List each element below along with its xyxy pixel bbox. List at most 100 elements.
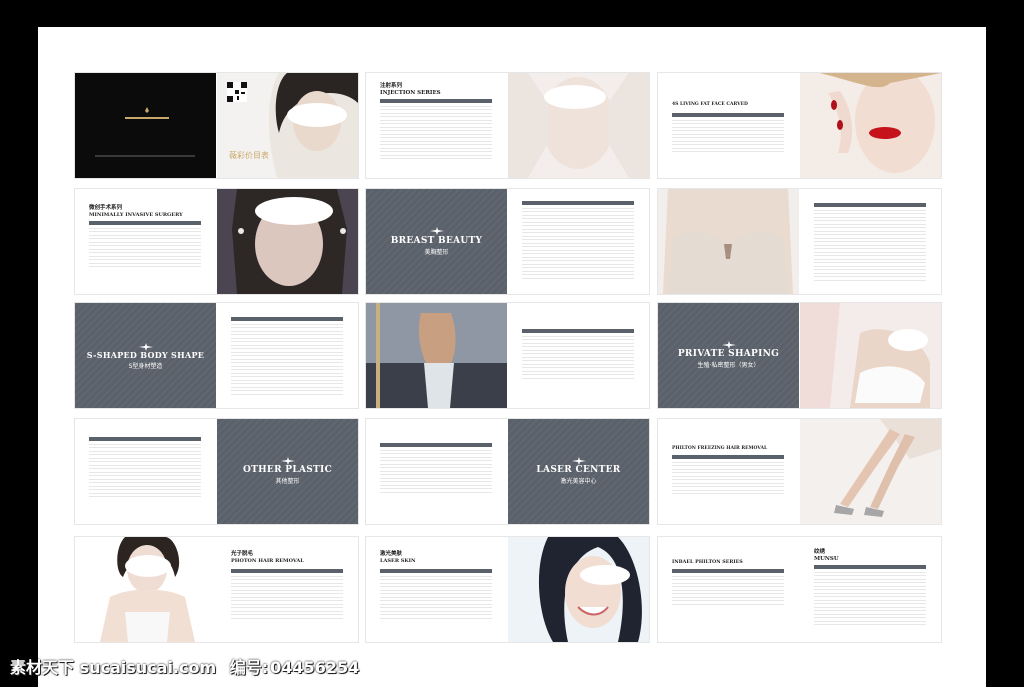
private-photo-page bbox=[800, 303, 941, 408]
watermark-site: 素材天下 sucaisucai.com bbox=[10, 658, 217, 677]
cover-rule bbox=[95, 155, 195, 157]
price-table bbox=[380, 569, 492, 619]
spread-fat-face: 4S LIVING FAT FACE CARVED bbox=[658, 73, 941, 178]
qr-code-icon bbox=[227, 82, 247, 102]
s-shaped-table-page bbox=[217, 303, 358, 408]
model-photo bbox=[658, 189, 799, 294]
price-table bbox=[672, 569, 784, 605]
inbael-heading: INBAEL PHILTON SERIES bbox=[672, 559, 743, 565]
freezing-page: PHILTON FREEZING HAIR REMOVAL bbox=[658, 419, 799, 524]
price-table bbox=[89, 437, 201, 499]
face-blur bbox=[544, 85, 606, 109]
spread-freezing: PHILTON FREEZING HAIR REMOVAL bbox=[658, 419, 941, 524]
injection-heading-cn: 注射系列 bbox=[380, 83, 403, 89]
laser-table-page bbox=[366, 419, 507, 524]
injection-heading: INJECTION SERIES bbox=[380, 90, 441, 96]
photon-heading: PHOTON HAIR REMOVAL bbox=[231, 558, 304, 564]
breast-table-page bbox=[508, 189, 649, 294]
watermark-id-label: 编号: bbox=[229, 658, 269, 677]
laser-title-cn: 激光美容中心 bbox=[560, 478, 597, 485]
flourish-icon bbox=[280, 457, 295, 465]
flourish-icon bbox=[721, 341, 736, 349]
minimally-heading-cn: 微创手术系列 bbox=[89, 205, 123, 211]
laser-title: LASER CENTER bbox=[536, 465, 621, 475]
photon-photo-page bbox=[75, 537, 216, 642]
price-table bbox=[672, 455, 784, 495]
price-table bbox=[814, 203, 926, 281]
injection-page: 注射系列 INJECTION SERIES bbox=[366, 73, 507, 178]
model-photo bbox=[75, 537, 216, 642]
brochure-sheet: 薇彩价目表 注射系列 INJECTION SERIES 4S LIVING FA… bbox=[38, 27, 986, 687]
laser-skin-heading-cn: 激光美肤 bbox=[380, 551, 403, 557]
model-photo bbox=[800, 419, 941, 524]
inbael-page: INBAEL PHILTON SERIES bbox=[658, 537, 799, 642]
cover-page bbox=[75, 73, 216, 178]
spread-private: PRIVATE SHAPING 生殖·私密整形（男女） bbox=[658, 303, 941, 408]
freezing-heading: PHILTON FREEZING HAIR REMOVAL bbox=[672, 446, 768, 451]
minimally-heading: MINIMALLY INVASIVE SURGERY bbox=[89, 212, 183, 218]
spread-body bbox=[366, 303, 649, 408]
laser-title-page: LASER CENTER 激光美容中心 bbox=[508, 419, 649, 524]
s-shaped-title: S-SHAPED BODY SHAPE bbox=[86, 350, 205, 360]
other-title-page: OTHER PLASTIC 其他整形 bbox=[217, 419, 358, 524]
munsu-heading-cn: 纹绣 bbox=[814, 549, 826, 555]
minimally-page: 微创手术系列 MINIMALLY INVASIVE SURGERY bbox=[75, 189, 216, 294]
injection-photo-page bbox=[508, 73, 649, 178]
spread-breast: BREAST BEAUTY 美胸整形 bbox=[366, 189, 649, 294]
laser-skin-page: 激光美肤 LASER SKIN bbox=[366, 537, 507, 642]
spread-minimally: 微创手术系列 MINIMALLY INVASIVE SURGERY bbox=[75, 189, 358, 294]
munsu-page: 纹绣 MUNSU bbox=[800, 537, 941, 642]
photon-heading-cn: 光子脱毛 bbox=[231, 551, 254, 557]
brand-logo bbox=[125, 107, 169, 119]
price-table bbox=[522, 201, 634, 281]
flourish-icon bbox=[429, 227, 444, 235]
private-title: PRIVATE SHAPING bbox=[677, 349, 780, 359]
spread-other-table: OTHER PLASTIC 其他整形 bbox=[75, 419, 358, 524]
price-table bbox=[814, 565, 926, 625]
spread-munsu: INBAEL PHILTON SERIES 纹绣 MUNSU bbox=[658, 537, 941, 642]
other-title-cn: 其他整形 bbox=[275, 478, 300, 485]
model-photo bbox=[366, 303, 507, 408]
minimally-photo-page bbox=[217, 189, 358, 294]
breast-table-page-2 bbox=[800, 189, 941, 294]
spread-s-shaped: S-SHAPED BODY SHAPE S型身材塑造 bbox=[75, 303, 358, 408]
smile-photo-page bbox=[508, 537, 649, 642]
price-table bbox=[231, 569, 343, 619]
model-photo bbox=[800, 303, 941, 408]
legs-photo-page bbox=[800, 419, 941, 524]
breast-photo-page bbox=[658, 189, 799, 294]
watermark-id: 04456254 bbox=[270, 658, 360, 677]
body-table-page bbox=[508, 303, 649, 408]
flourish-icon bbox=[571, 457, 586, 465]
cover-photo-page: 薇彩价目表 bbox=[217, 73, 358, 178]
model-photo bbox=[508, 537, 649, 642]
breast-title-page: BREAST BEAUTY 美胸整形 bbox=[366, 189, 507, 294]
spread-breast-2 bbox=[658, 189, 941, 294]
s-shaped-title-cn: S型身材塑造 bbox=[128, 363, 163, 370]
face-blur bbox=[580, 565, 630, 585]
munsu-heading: MUNSU bbox=[814, 556, 839, 562]
fat-face-heading: 4S LIVING FAT FACE CARVED bbox=[672, 102, 748, 107]
price-list-title: 薇彩价目表 bbox=[229, 151, 269, 160]
price-table bbox=[89, 221, 201, 269]
spread-cover: 薇彩价目表 bbox=[75, 73, 358, 178]
laser-skin-heading: LASER SKIN bbox=[380, 558, 416, 564]
body-photo-page bbox=[366, 303, 507, 408]
private-title-cn: 生殖·私密整形（男女） bbox=[697, 362, 760, 369]
price-table bbox=[380, 443, 492, 495]
s-shaped-title-page: S-SHAPED BODY SHAPE S型身材塑造 bbox=[75, 303, 216, 408]
model-photo bbox=[800, 73, 941, 178]
face-blur bbox=[287, 103, 347, 127]
other-table-page bbox=[75, 419, 216, 524]
photon-table-page: 光子脱毛 PHOTON HAIR REMOVAL bbox=[217, 537, 358, 642]
price-table bbox=[672, 113, 784, 153]
price-table bbox=[231, 317, 343, 395]
breast-title: BREAST BEAUTY bbox=[390, 236, 483, 246]
fat-face-page: 4S LIVING FAT FACE CARVED bbox=[658, 73, 799, 178]
face-blur bbox=[888, 329, 928, 351]
price-table bbox=[380, 99, 492, 159]
price-table bbox=[522, 329, 634, 381]
face-blur bbox=[255, 197, 333, 225]
spread-laser: LASER CENTER 激光美容中心 bbox=[366, 419, 649, 524]
watermark: 素材天下 sucaisucai.com 编号: 04456254 bbox=[10, 654, 367, 678]
